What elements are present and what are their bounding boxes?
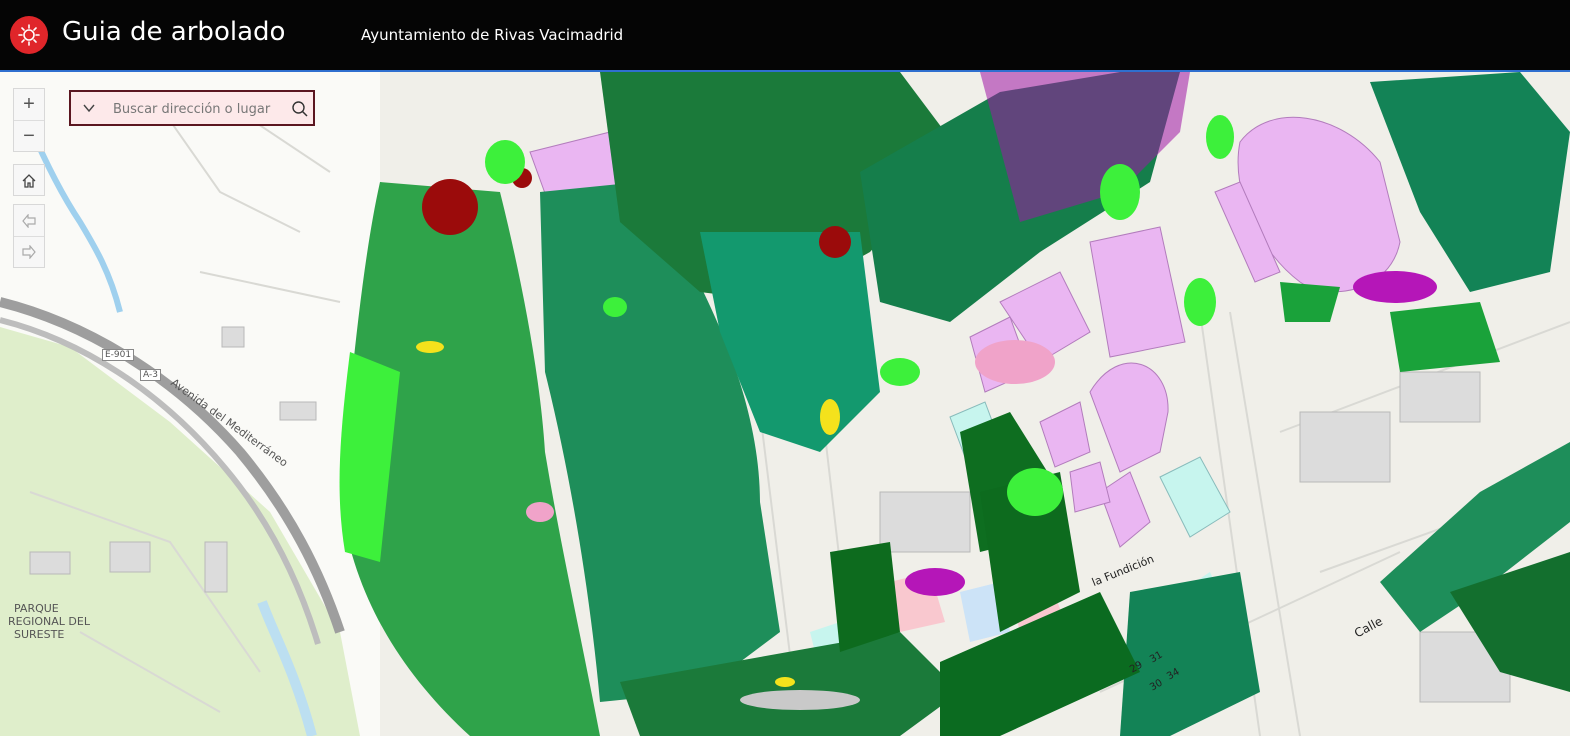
- app-title: Guia de arbolado: [62, 17, 286, 47]
- arrow-left-icon: [22, 213, 36, 228]
- map-view[interactable]: PARQUE REGIONAL DEL SURESTE Avenida del …: [0, 72, 1570, 736]
- road-e901-label: E-901: [102, 349, 135, 361]
- park-label: PARQUE REGIONAL DEL SURESTE: [8, 602, 90, 641]
- home-icon: [22, 173, 36, 188]
- next-extent-button[interactable]: [14, 236, 44, 267]
- map-basemap: [0, 72, 1570, 736]
- previous-extent-button[interactable]: [14, 205, 44, 236]
- home-control: [13, 164, 45, 196]
- zoom-in-button[interactable]: +: [14, 89, 44, 120]
- arrow-right-icon: [22, 245, 36, 259]
- zoom-controls: + −: [13, 88, 45, 152]
- search-widget: [69, 90, 315, 126]
- search-input[interactable]: [111, 98, 285, 120]
- road-a3-label: A-3: [140, 369, 161, 381]
- navigation-controls: [13, 204, 45, 268]
- zoom-out-button[interactable]: −: [14, 120, 44, 151]
- city-seal-icon[interactable]: [10, 16, 48, 54]
- app-subtitle: Ayuntamiento de Rivas Vacimadrid: [361, 26, 624, 44]
- search-icon[interactable]: [291, 100, 309, 118]
- chevron-down-icon[interactable]: [81, 100, 97, 116]
- home-button[interactable]: [14, 165, 44, 196]
- app-header: Guia de arbolado Ayuntamiento de Rivas V…: [0, 0, 1570, 72]
